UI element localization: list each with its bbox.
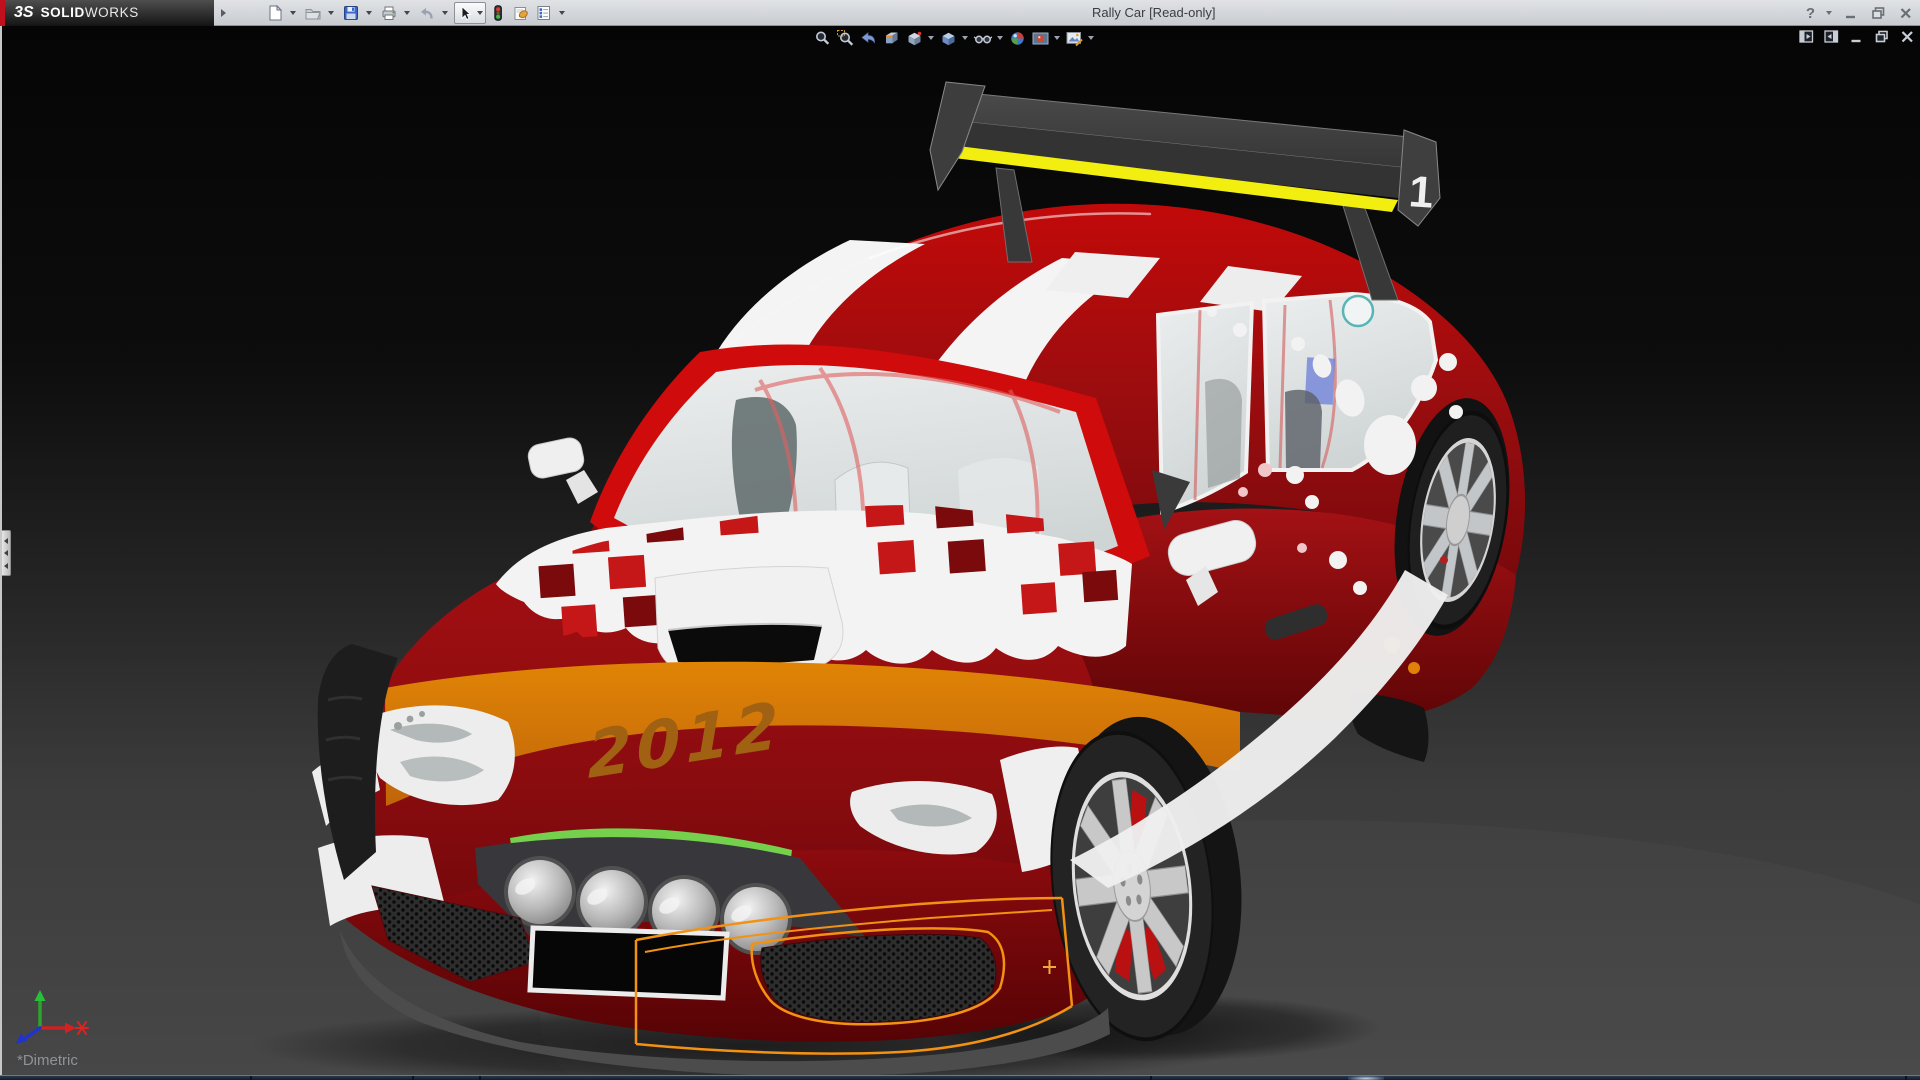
view-orientation-button[interactable] [904, 28, 925, 49]
graphics-viewport[interactable]: 2012 [0, 26, 1920, 1075]
taskbar-divider [1905, 1076, 1907, 1080]
new-document-icon [266, 4, 284, 22]
close-button[interactable] [1898, 5, 1914, 21]
design-binder-button[interactable] [510, 2, 532, 24]
rebuild-button[interactable] [487, 2, 509, 24]
section-view-icon [882, 29, 901, 48]
display-style-button[interactable] [938, 28, 959, 49]
open-icon [304, 4, 322, 22]
standard-toolbar [264, 0, 570, 26]
brand-text: SOLIDWORKS [41, 5, 139, 20]
scene-canvas[interactable]: 2012 [2, 26, 1920, 1075]
logo-mark: 3S [14, 4, 34, 22]
undo-dropdown[interactable] [442, 11, 448, 15]
taskbar-divider [250, 1076, 252, 1080]
apply-scene-dropdown[interactable] [1054, 36, 1060, 40]
save-dropdown[interactable] [366, 11, 372, 15]
logo-red-accent [0, 0, 5, 26]
document-window-controls [1799, 29, 1915, 44]
bottom-taskbar-edge [0, 1075, 1920, 1080]
minimize-document-button[interactable] [1849, 29, 1864, 44]
car-number-decal: 1 [1407, 167, 1435, 218]
open-button[interactable] [302, 2, 324, 24]
display-style-icon [939, 29, 958, 48]
headsup-view-toolbar [812, 27, 1096, 49]
restore-button[interactable] [1870, 5, 1887, 21]
options-dropdown[interactable] [559, 11, 565, 15]
save-icon [342, 4, 360, 22]
titlebar: 3S SOLIDWORKS [0, 0, 1920, 26]
print-icon [380, 4, 398, 22]
hood-scoop [655, 566, 843, 676]
options-icon [535, 4, 553, 22]
apply-scene-button[interactable] [1030, 28, 1051, 49]
brand-bold: SOLID [41, 5, 85, 20]
print-button[interactable] [378, 2, 400, 24]
new-dropdown[interactable] [290, 11, 296, 15]
expand-display-pane-button[interactable] [1824, 29, 1839, 44]
help-button[interactable]: ? [1806, 5, 1815, 22]
taskbar-divider [1150, 1076, 1152, 1080]
titlebar-window-controls: ? [1806, 0, 1914, 26]
save-button[interactable] [340, 2, 362, 24]
select-cursor-icon [456, 4, 474, 22]
undo-icon [418, 4, 436, 22]
license-plate [530, 928, 727, 998]
document-title: Rally Car [Read-only] [1092, 0, 1216, 26]
rebuild-traffic-light-icon [489, 4, 507, 22]
hide-show-items-icon [973, 29, 993, 48]
toolbar-flyout-button[interactable] [216, 2, 230, 24]
taskbar-divider [412, 1076, 414, 1080]
orientation-label: *Dimetric [17, 1052, 78, 1069]
previous-view-button[interactable] [858, 28, 879, 49]
zoom-to-fit-icon [813, 29, 832, 48]
view-orientation-icon [905, 29, 924, 48]
open-dropdown[interactable] [328, 11, 334, 15]
view-settings-icon [1065, 29, 1084, 48]
restore-document-button[interactable] [1874, 29, 1890, 44]
expand-feature-pane-button[interactable] [1799, 29, 1814, 44]
collapsed-panel-tab[interactable] [2, 530, 11, 576]
fuel-cap [1343, 296, 1373, 326]
select-dropdown[interactable] [477, 11, 483, 15]
display-style-dropdown[interactable] [962, 36, 968, 40]
new-document-button[interactable] [264, 2, 286, 24]
edit-appearance-icon [1008, 29, 1027, 48]
previous-view-icon [859, 29, 878, 48]
apply-scene-icon [1031, 29, 1050, 48]
taskbar-glow [1348, 1076, 1384, 1080]
view-settings-button[interactable] [1064, 28, 1085, 49]
brand-light: WORKS [85, 5, 139, 20]
zoom-to-area-button[interactable] [835, 28, 856, 49]
view-settings-dropdown[interactable] [1088, 36, 1094, 40]
solidworks-logo: 3S SOLIDWORKS [0, 0, 214, 26]
print-dropdown[interactable] [404, 11, 410, 15]
design-binder-icon [512, 4, 530, 22]
options-button[interactable] [533, 2, 555, 24]
select-button[interactable] [454, 2, 486, 24]
zoom-to-area-icon [836, 29, 855, 48]
section-view-button[interactable] [881, 28, 902, 49]
hide-show-items-button[interactable] [972, 28, 994, 49]
collapse-arrow-icon [4, 550, 8, 556]
view-orientation-dropdown[interactable] [928, 36, 934, 40]
zoom-to-fit-button[interactable] [812, 28, 833, 49]
flyout-arrow-icon [221, 9, 226, 17]
undo-button[interactable] [416, 2, 438, 24]
minimize-button[interactable] [1843, 5, 1859, 21]
hide-show-dropdown[interactable] [997, 36, 1003, 40]
taskbar-divider [479, 1076, 481, 1080]
collapse-arrow-icon [4, 538, 8, 544]
solidworks-window: 3S SOLIDWORKS [0, 0, 1920, 1080]
collapse-arrow-icon [4, 563, 8, 569]
help-dropdown[interactable] [1826, 11, 1832, 15]
close-document-button[interactable] [1900, 29, 1915, 44]
edit-appearance-button[interactable] [1007, 28, 1028, 49]
